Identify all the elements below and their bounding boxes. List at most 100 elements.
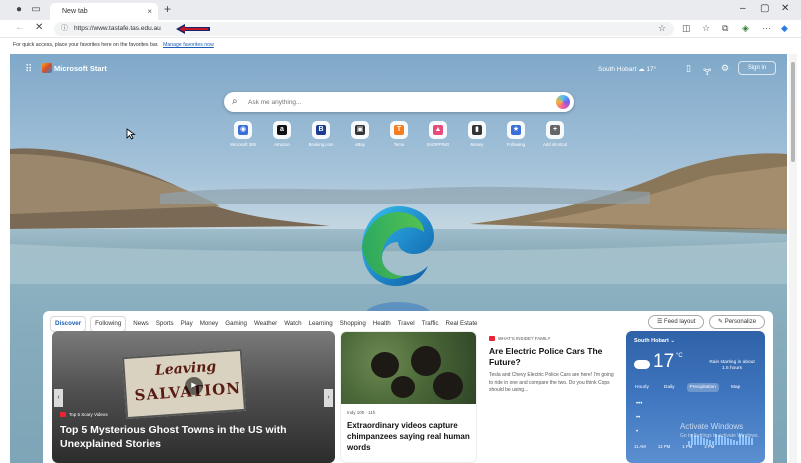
site-info-icon[interactable]: ⓘ [61,22,68,36]
quick-link-label: Microsoft 365 [230,142,256,147]
tab-close-icon[interactable]: × [147,3,152,20]
weather-tab[interactable]: Daily [661,383,678,392]
settings-gear-icon[interactable]: ⚙ [721,63,729,74]
quick-link-label: Add shortcut [542,142,568,147]
quick-link[interactable]: ★ Following [499,121,533,147]
story-title[interactable]: Top 5 Mysterious Ghost Towns in the US w… [60,423,310,451]
search-input[interactable] [248,95,548,109]
phone-icon[interactable]: ▯ [686,63,691,74]
cloud-icon [634,360,650,369]
police-cars-story-card[interactable]: WHAT'S INSIDE? FAMILY Are Electric Polic… [483,331,620,463]
collections-icon[interactable]: ⧉ [722,23,728,34]
weather-location[interactable]: South Hobart ⌄ [634,338,675,344]
story-title[interactable]: Are Electric Police Cars The Future? [489,346,619,368]
quick-link-icon: B [316,125,326,135]
feed-tab[interactable]: Traffic [422,317,439,331]
feed-tab[interactable]: News [133,317,148,331]
profile-icon[interactable]: ● [13,4,25,16]
feed-tab[interactable]: Play [181,317,193,331]
story-source: Indy 100 · 11h [347,410,376,415]
stop-icon[interactable]: ✕ [35,22,43,33]
forecast-times: 11 AM 12 PM 1 PM 2 PM [634,444,762,449]
play-icon[interactable]: ▶ [185,377,203,395]
copilot-icon[interactable]: ◆ [781,23,788,34]
news-feed-panel: Discover Following News Sports Play Money Gami… [43,311,773,463]
weather-card[interactable]: South Hobart ⌄ 17 °C Rain starting in ab… [626,331,765,463]
weather-tab[interactable]: Map [728,383,743,392]
feed-layout-button[interactable]: ☰ Feed layout [648,315,705,329]
feed-tab[interactable]: Weather [254,317,277,331]
rewards-icon[interactable]: 🝖 [703,63,711,81]
workspaces-icon[interactable]: ▭ [30,4,42,16]
quick-link[interactable]: a Amazon [265,121,299,147]
minimize-button[interactable]: – [740,3,746,14]
mouse-cursor-icon [126,128,136,140]
new-tab-background: ⠿ Microsoft Start South Hobart ☁ 17° ▯ 🝖… [10,54,787,463]
quick-link[interactable]: ▣ eBay [343,121,377,147]
feed-tab[interactable]: Money [200,317,219,331]
feed-tab[interactable]: Shopping [340,317,366,331]
split-screen-icon[interactable]: ◫ [682,23,691,34]
quick-link[interactable]: ◉ Microsoft 365 [226,121,260,147]
story-source: Top 5 Scary Videos [60,412,108,418]
carousel-prev-icon[interactable]: ‹ [54,389,63,407]
personalize-button[interactable]: ✎ Personalize [709,315,766,329]
chimp-story-card[interactable]: Indy 100 · 11h Extraordinary videos capt… [340,331,477,463]
featured-story-card[interactable]: Leaving SALVATION ▶ ‹ › Top 5 Scary Vide… [52,331,335,463]
weather-tab[interactable]: Precipitation [686,383,719,392]
address-bar[interactable]: ⓘ https://www.tastafe.tas.edu.au [54,22,674,36]
quick-link-tile: ▲ [429,121,447,139]
feed-tab[interactable]: Learning [309,317,333,331]
weather-tabs: Hourly Daily Precipitation Map [632,383,760,392]
favorite-star-icon[interactable]: ☆ [658,23,666,34]
back-icon[interactable]: ← [15,22,25,33]
tab-title: New tab [62,8,88,15]
rain-dots-icon: •• [636,415,641,421]
manage-favorites-link[interactable]: Manage favorites now [163,42,214,48]
feed-layout-label: Feed layout [664,319,696,325]
feed-tab[interactable]: Discover [50,316,87,332]
page-scrollbar[interactable] [789,54,797,463]
carousel-next-icon[interactable]: › [324,389,333,407]
maximize-button[interactable]: ▢ [760,3,769,14]
quick-link-icon: + [550,125,560,135]
quick-link-label: Following [506,142,526,147]
brand-title[interactable]: Microsoft Start [54,64,107,73]
new-tab-button[interactable]: + [164,2,171,16]
quick-link[interactable]: B Booking.com [304,121,338,147]
feed-tab[interactable]: Watch [284,317,301,331]
search-box[interactable]: ⌕ [224,92,574,112]
more-menu-icon[interactable]: ··· [762,23,771,33]
close-window-button[interactable]: ✕ [781,3,789,14]
search-icon: ⌕ [232,96,238,107]
tab-strip: ● ▭ New tab × + – ▢ ✕ [0,0,801,20]
feed-tab[interactable]: Health [373,317,391,331]
feed-tab[interactable]: Real Estate [446,317,478,331]
feed-tab[interactable]: Sports [156,317,174,331]
weather-temperature: 17 [653,351,675,372]
feed-tab[interactable]: Following [90,316,127,332]
feed-tab[interactable]: Travel [398,317,415,331]
quick-link-tile: ▮ [468,121,486,139]
apps-grid-icon[interactable]: ⠿ [25,64,32,75]
favorites-icon[interactable]: ☆ [702,23,710,34]
weather-summary[interactable]: South Hobart ☁ 17° [598,65,656,73]
leaving-salvation-sign: Leaving SALVATION [121,348,247,420]
rain-dots-icon: • [636,429,639,435]
quick-link[interactable]: ▮ Money [460,121,494,147]
tab-new-tab[interactable]: New tab × [50,3,158,20]
story-title[interactable]: Extraordinary videos capture chimpanzees… [347,420,475,453]
quick-link[interactable]: + Add shortcut [538,121,572,147]
extension-icon[interactable]: ◈ [742,23,749,34]
quick-link-tile: a [273,121,291,139]
scrollbar-thumb[interactable] [791,62,795,162]
copilot-button-icon[interactable] [556,95,570,109]
feed-tab[interactable]: Gaming [225,317,247,331]
quick-link-icon: ★ [511,125,521,135]
quick-link[interactable]: T Temu [382,121,416,147]
quick-link[interactable]: ▲ SHOPPING [421,121,455,147]
navigation-bar: ← ✕ ⓘ https://www.tastafe.tas.edu.au ☆ ◫… [0,20,801,38]
weather-tab[interactable]: Hourly [632,383,652,392]
sign-in-button[interactable]: Sign in [738,61,776,75]
quick-link-icon: ▣ [355,125,365,135]
